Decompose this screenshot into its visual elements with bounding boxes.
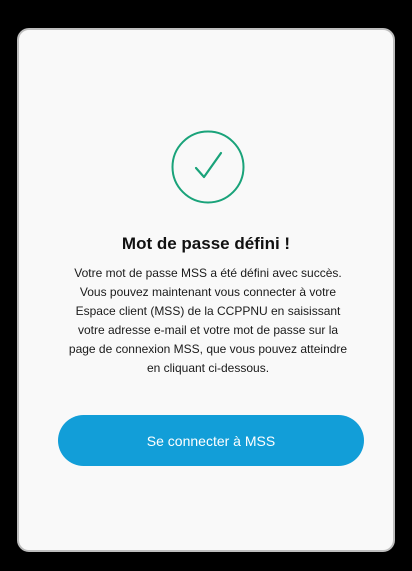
success-card: Mot de passe défini ! Votre mot de passe… <box>17 28 395 552</box>
success-message-line: page de connexion MSS, que vous pouvez a… <box>68 342 348 356</box>
success-title: Mot de passe défini ! <box>121 234 291 253</box>
success-message-line: Vous pouvez maintenant vous connecter à … <box>79 285 337 299</box>
success-message-line: en cliquant ci-dessous. <box>146 361 270 375</box>
success-message-line: Votre mot de passe MSS a été défini avec… <box>74 266 342 280</box>
check-circle-icon <box>170 129 246 205</box>
login-mss-button[interactable]: Se connecter à MSS <box>58 415 364 466</box>
success-message: Votre mot de passe MSS a été défini avec… <box>59 264 357 378</box>
success-message-line: Espace client (MSS) de la CCPPNU en sais… <box>75 304 341 318</box>
success-message-line: votre adresse e-mail et votre mot de pas… <box>77 323 339 337</box>
